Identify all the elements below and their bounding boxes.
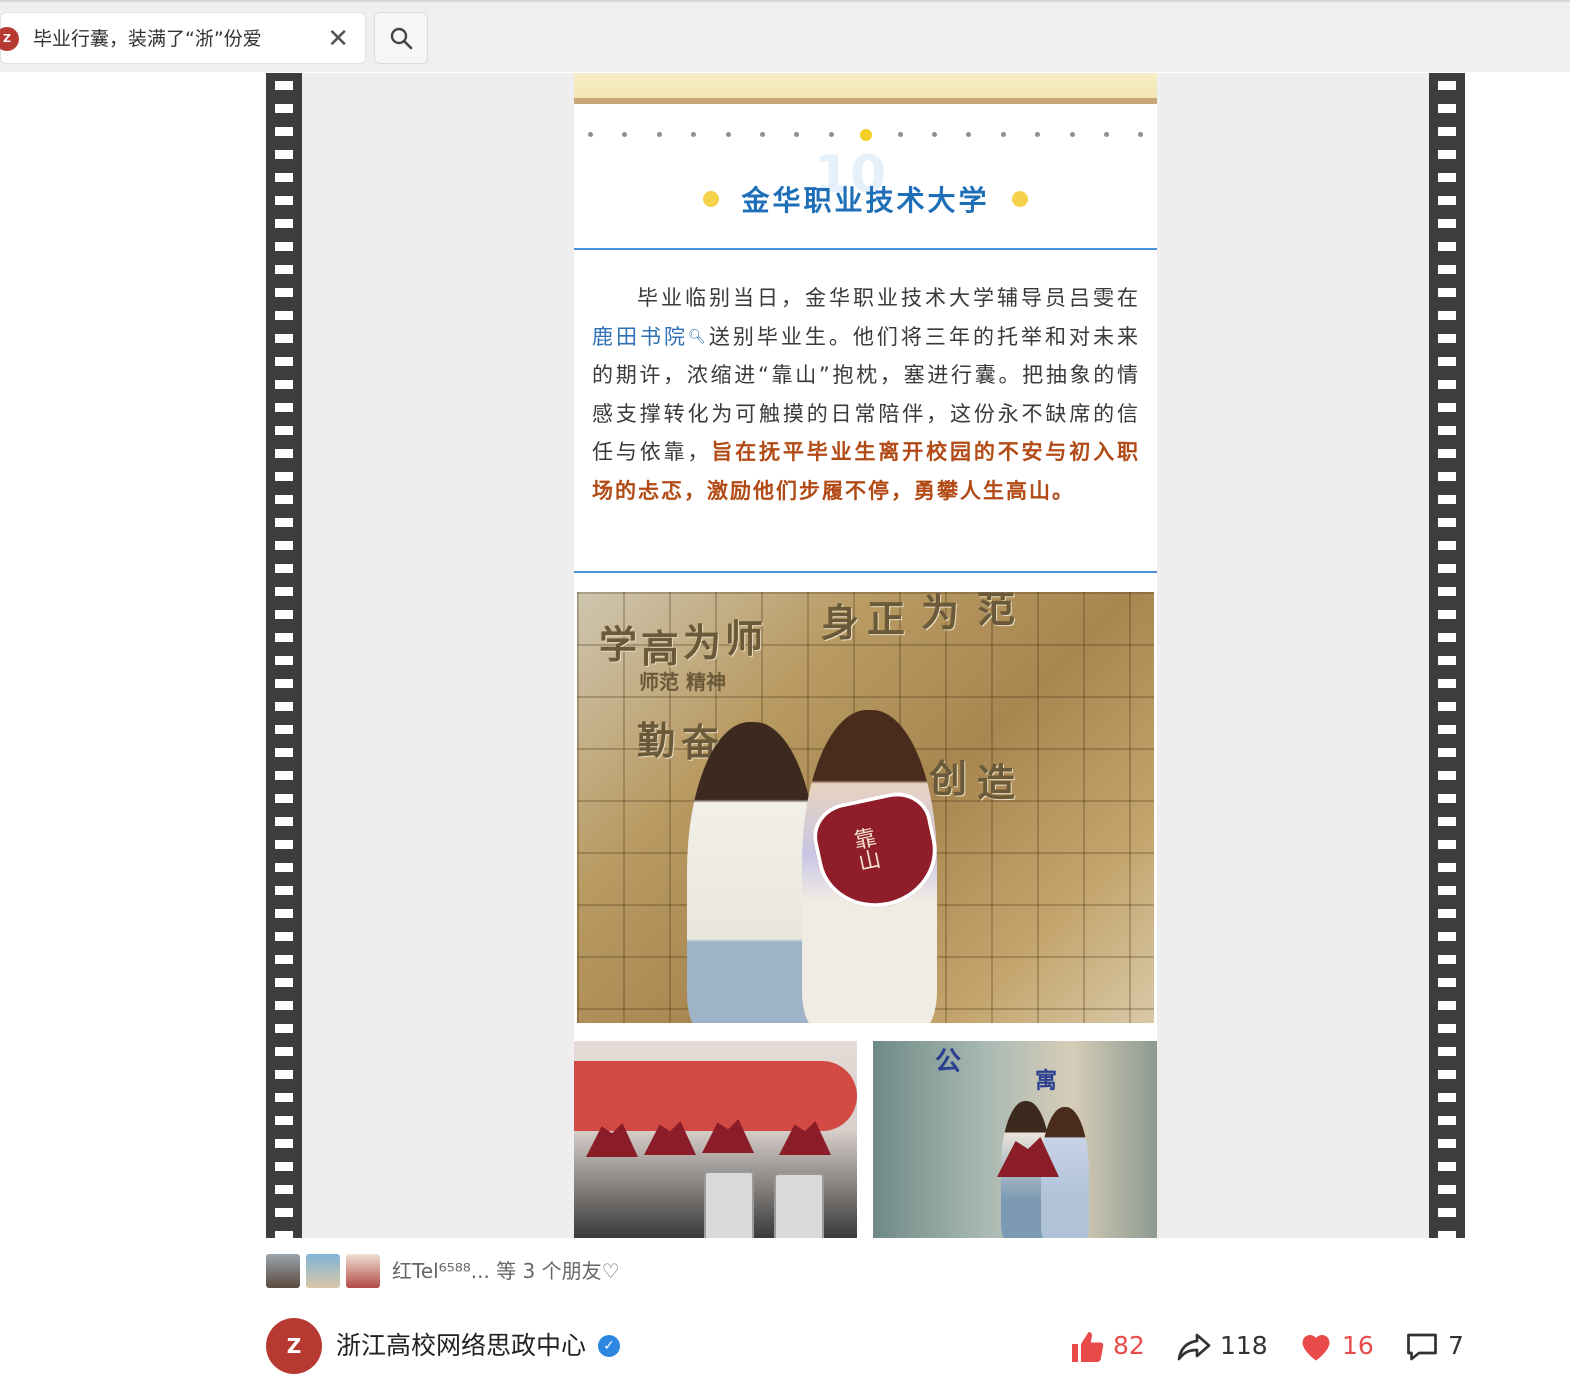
carousel-dot[interactable] xyxy=(588,132,593,137)
search-input[interactable]: Z 毕业行囊，装满了“浙”份爱 ✕ xyxy=(0,12,366,64)
sign-char: 为 xyxy=(683,621,722,665)
account-avatar[interactable]: Z xyxy=(266,1318,322,1374)
heart-icon xyxy=(1302,1335,1330,1361)
thumbs-up-icon xyxy=(1072,1332,1104,1362)
section-title-row: 金华职业技术大学 xyxy=(574,179,1157,219)
carousel-dot[interactable] xyxy=(794,132,800,137)
film-strip-left xyxy=(266,73,302,1238)
friend-avatar[interactable] xyxy=(306,1254,340,1288)
divider-top xyxy=(574,248,1157,250)
film-strip-right xyxy=(1429,73,1465,1238)
footer-bar: 红Tel⁶⁵⁸⁸... 等 3 个朋友♡ Z 浙江高校网络思政中心 ✓ 82 1… xyxy=(266,1238,1465,1396)
search-button[interactable] xyxy=(374,12,428,64)
sign-char: 师 xyxy=(725,617,764,661)
photo-group-luggage[interactable] xyxy=(574,1041,857,1238)
verified-badge-icon: ✓ xyxy=(598,1335,620,1357)
carousel-dot-active[interactable] xyxy=(859,129,872,141)
comment-icon xyxy=(1407,1333,1437,1361)
banner-strip xyxy=(574,73,1157,104)
carousel-dot[interactable] xyxy=(622,132,628,137)
dot-decoration-right xyxy=(1011,191,1028,207)
carousel-dot[interactable] xyxy=(932,132,937,137)
luggage xyxy=(774,1173,824,1238)
paragraph-intro: 毕业临别当日，金华职业技术大学辅导员吕雯在 xyxy=(636,286,1140,310)
divider-bottom xyxy=(574,571,1157,573)
like-button[interactable]: 82 xyxy=(1069,1326,1145,1366)
friend-avatar[interactable] xyxy=(266,1254,300,1288)
sign-char: 学 xyxy=(599,623,638,667)
sign-char: 造 xyxy=(977,761,1016,805)
carousel-dot[interactable] xyxy=(897,132,903,137)
mural xyxy=(574,1061,857,1131)
carousel-dot[interactable] xyxy=(1104,132,1109,137)
top-bar: Z 毕业行囊，装满了“浙”份爱 ✕ xyxy=(0,0,1570,72)
sign-char: 高 xyxy=(641,627,680,671)
share-count: 118 xyxy=(1220,1331,1268,1360)
sign-char: 正 xyxy=(867,597,906,641)
search-query[interactable]: 毕业行囊，装满了“浙”份爱 xyxy=(33,13,262,65)
carousel-dot[interactable] xyxy=(656,132,662,137)
sign-subtitle: 师范 精神 xyxy=(639,670,726,694)
photo-dorm-entrance[interactable]: 公 寓 xyxy=(873,1041,1157,1238)
photo-graduates-hugging[interactable]: 学 高 为 师 身 正 为 范 勤 奋 创 造 师范 精神 靠山 xyxy=(577,592,1154,1023)
carousel-dot[interactable] xyxy=(691,132,697,137)
comment-count: 7 xyxy=(1448,1331,1464,1360)
clear-search-button[interactable]: ✕ xyxy=(327,13,349,65)
link-lutian-academy[interactable]: 鹿田书院 xyxy=(592,325,688,349)
heart-button[interactable]: 16 xyxy=(1298,1326,1374,1366)
carousel-dot[interactable] xyxy=(966,132,972,137)
heart-count: 16 xyxy=(1342,1331,1374,1360)
carousel-dot[interactable] xyxy=(1000,132,1006,137)
sign-char: 创 xyxy=(929,757,968,801)
carousel-dot[interactable] xyxy=(760,132,765,137)
article-panel[interactable]: 10 金华职业技术大学 毕业临别当日，金华职业技术大学辅导员吕雯在鹿田书院🔍︎送… xyxy=(574,73,1157,1238)
person-left xyxy=(687,722,817,1023)
sign-char: 为 xyxy=(921,592,960,635)
luggage xyxy=(704,1171,754,1238)
dot-decoration-left xyxy=(703,191,720,207)
friends-liked-text[interactable]: 红Tel⁶⁵⁸⁸... 等 3 个朋友♡ xyxy=(392,1254,620,1288)
section-title: 金华职业技术大学 xyxy=(741,184,990,217)
carousel-dot[interactable] xyxy=(1138,132,1144,137)
carousel-dot[interactable] xyxy=(828,132,834,137)
search-icon xyxy=(390,27,413,50)
share-button[interactable]: 118 xyxy=(1176,1326,1268,1366)
article-paragraph: 毕业临别当日，金华职业技术大学辅导员吕雯在鹿田书院🔍︎送别毕业生。他们将三年的托… xyxy=(592,279,1140,510)
comment-button[interactable]: 7 xyxy=(1404,1326,1464,1366)
sign-char: 身 xyxy=(821,601,860,645)
sign-char: 范 xyxy=(977,592,1016,631)
sign-gong: 公 xyxy=(935,1047,962,1077)
friend-avatar[interactable] xyxy=(346,1254,380,1288)
like-count: 82 xyxy=(1113,1331,1145,1360)
carousel-dot[interactable] xyxy=(725,132,731,137)
account-logo-icon: Z xyxy=(0,27,19,51)
image-viewer[interactable]: 10 金华职业技术大学 毕业临别当日，金华职业技术大学辅导员吕雯在鹿田书院🔍︎送… xyxy=(266,73,1465,1238)
share-arrow-icon xyxy=(1177,1333,1211,1361)
sign-yu: 寓 xyxy=(1035,1069,1058,1094)
carousel-dot[interactable] xyxy=(1069,132,1075,137)
carousel-dot[interactable] xyxy=(1035,132,1041,137)
carousel-dots[interactable] xyxy=(588,129,1148,141)
search-small-icon[interactable]: 🔍︎ xyxy=(688,329,709,345)
account-name[interactable]: 浙江高校网络思政中心 xyxy=(336,1318,586,1374)
sign-char: 勤 xyxy=(637,719,676,763)
